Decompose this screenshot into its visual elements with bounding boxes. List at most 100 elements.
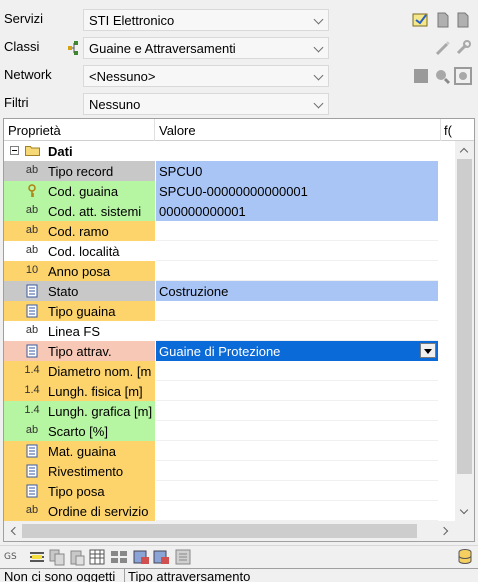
property-value-cell[interactable] [156,481,438,501]
property-name: Cod. ramo [48,224,109,239]
paste-icon[interactable] [68,548,86,566]
property-name-cell[interactable]: Tipo guaina [4,301,155,321]
list-icon [21,444,43,458]
scroll-right-icon[interactable] [437,521,455,541]
zoom-icon[interactable] [433,67,451,85]
property-value-cell[interactable]: SPCU0 [156,161,438,181]
dropdown-arrow-icon[interactable] [420,343,436,358]
property-row[interactable]: ab Scarto [%] [4,421,454,441]
property-value-cell[interactable] [156,441,438,461]
property-row[interactable]: 1.4 Diametro nom. [m [4,361,454,381]
property-row[interactable]: ab Cod. località [4,241,454,261]
property-value-cell[interactable]: Guaine di Protezione [156,341,438,361]
property-value-cell[interactable] [156,361,438,381]
database-icon[interactable] [456,548,474,566]
property-name-cell[interactable]: ab Cod. att. sistemi [4,201,155,221]
property-name-cell[interactable]: Tipo posa [4,481,155,501]
property-name: Ordine di servizio [48,504,149,519]
property-name-cell[interactable]: ab Cod. località [4,241,155,261]
scroll-up-icon[interactable] [455,141,474,159]
property-row[interactable]: ab Linea FS [4,321,454,341]
category-row[interactable]: Dati [4,141,454,161]
import-icon[interactable] [152,548,170,566]
header-extra[interactable]: f( [444,123,452,138]
property-name-cell[interactable]: 1.4 Lungh. grafica [m] [4,401,155,421]
form-icon[interactable] [174,548,192,566]
grid-view-icon[interactable] [110,548,128,566]
header-property[interactable]: Proprietà [8,123,61,138]
property-row[interactable]: ab Cod. ramo [4,221,454,241]
property-value-cell[interactable] [156,461,438,481]
property-value-cell[interactable] [156,241,438,261]
collapse-icon[interactable] [10,146,19,155]
property-name-cell[interactable]: Tipo attrav. [4,341,155,361]
property-row[interactable]: Tipo guaina [4,301,454,321]
property-name-cell[interactable]: Mat. guaina [4,441,155,461]
chevron-down-icon[interactable] [310,38,328,58]
property-row[interactable]: Tipo attrav. Guaine di Protezione [4,341,454,361]
document-remove-icon[interactable] [454,11,472,29]
property-name-cell[interactable]: Cod. guaina [4,181,155,201]
property-value-cell[interactable] [156,381,438,401]
property-name-cell[interactable]: ab Scarto [%] [4,421,155,441]
property-name-cell[interactable]: Rivestimento [4,461,155,481]
chevron-down-icon[interactable] [310,66,328,86]
property-value: SPCU0 [159,164,203,179]
scroll-thumb[interactable] [457,159,472,474]
property-value-cell[interactable] [156,261,438,281]
property-value-cell[interactable]: Costruzione [156,281,438,301]
property-row[interactable]: Stato Costruzione [4,281,454,301]
network-row: Network <Nessuno> [0,64,478,91]
tool-icon[interactable] [454,39,472,57]
chevron-down-icon[interactable] [310,10,328,30]
property-row[interactable]: Tipo posa [4,481,454,501]
network-select[interactable]: <Nessuno> [83,65,329,87]
property-row[interactable]: ab Ordine di servizio [4,501,454,521]
vertical-scrollbar[interactable] [455,141,474,521]
table-icon[interactable] [88,548,106,566]
copy-icon[interactable] [48,548,66,566]
property-name-cell[interactable]: ab Linea FS [4,321,155,341]
horizontal-scrollbar[interactable] [4,521,455,541]
scroll-thumb[interactable] [22,524,417,538]
property-row[interactable]: ab Tipo record SPCU0 [4,161,454,181]
property-row[interactable]: 10 Anno posa [4,261,454,281]
property-row[interactable]: Cod. guaina SPCU0-00000000000001 [4,181,454,201]
property-name-cell[interactable]: ab Cod. ramo [4,221,155,241]
property-name-cell[interactable]: 10 Anno posa [4,261,155,281]
property-name-cell[interactable]: Stato [4,281,155,301]
chevron-down-icon[interactable] [310,94,328,114]
align-icon[interactable] [28,548,46,566]
property-value-cell[interactable] [156,221,438,241]
property-row[interactable]: 1.4 Lungh. grafica [m] [4,401,454,421]
servizi-select[interactable]: STI Elettronico [83,9,329,31]
property-row[interactable]: Mat. guaina [4,441,454,461]
filtri-select[interactable]: Nessuno [83,93,329,115]
property-row[interactable]: Rivestimento [4,461,454,481]
property-value-cell[interactable]: 000000000001 [156,201,438,221]
document-add-icon[interactable] [434,11,452,29]
property-value-cell[interactable] [156,301,438,321]
scroll-left-icon[interactable] [4,521,22,541]
classi-select[interactable]: Guaine e Attraversamenti [83,37,329,59]
wand-icon[interactable] [434,39,452,57]
property-value-cell[interactable] [156,321,438,341]
property-value-cell[interactable]: SPCU0-00000000000001 [156,181,438,201]
property-name-cell[interactable]: 1.4 Diametro nom. [m [4,361,155,381]
property-value-cell[interactable] [156,421,438,441]
property-value-cell[interactable] [156,401,438,421]
property-row[interactable]: 1.4 Lungh. fisica [m] [4,381,454,401]
property-value-cell[interactable] [156,501,438,521]
property-name-cell[interactable]: ab Tipo record [4,161,155,181]
edit-service-icon[interactable] [412,11,430,29]
header-separator[interactable] [440,119,441,141]
zoom-square-icon[interactable] [454,67,472,85]
export-icon[interactable] [132,548,150,566]
scroll-down-icon[interactable] [455,503,474,521]
property-name-cell[interactable]: ab Ordine di servizio [4,501,155,521]
header-value[interactable]: Valore [159,123,196,138]
header-separator[interactable] [154,119,155,141]
property-row[interactable]: ab Cod. att. sistemi 000000000001 [4,201,454,221]
square-icon[interactable] [412,67,430,85]
property-name-cell[interactable]: 1.4 Lungh. fisica [m] [4,381,155,401]
